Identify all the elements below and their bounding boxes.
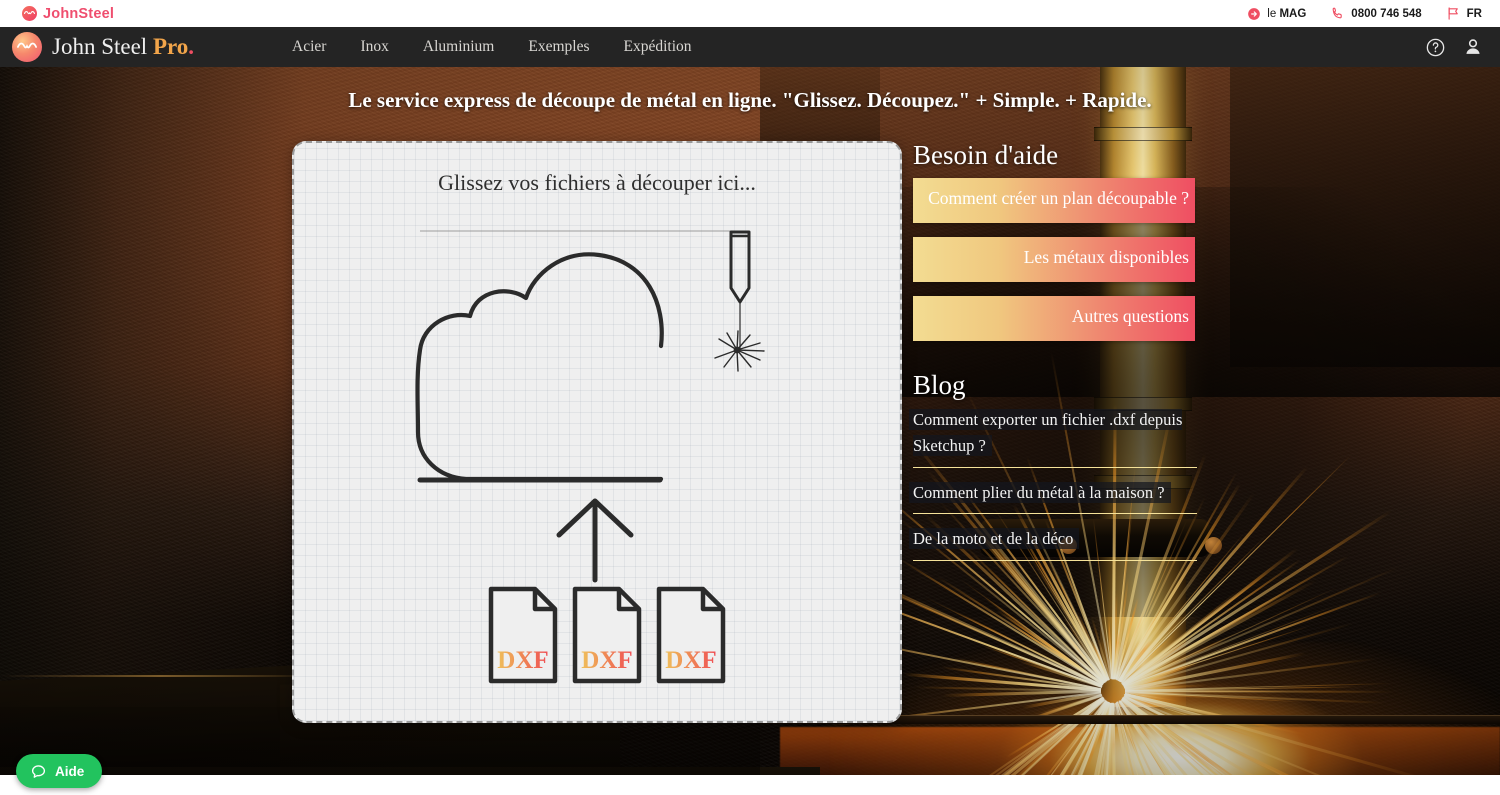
cloud-outline bbox=[415, 252, 664, 482]
mustache-glyph bbox=[17, 42, 37, 49]
brand-mini-label: JohnSteel bbox=[43, 5, 115, 22]
main-navbar: John Steel Pro. Acier Inox Aluminium Exe… bbox=[0, 27, 1500, 67]
nav-actions bbox=[1425, 36, 1484, 58]
file-icon-dxf: DXF bbox=[488, 586, 558, 684]
dropzone-illustration: DXF DXF DXF bbox=[415, 230, 765, 684]
blog-section: Blog Comment exporter un fichier .dxf de… bbox=[913, 369, 1197, 561]
svg-text:DXF: DXF bbox=[581, 647, 632, 674]
nav-item-expedition[interactable]: Expédition bbox=[624, 38, 692, 56]
question-circle-icon[interactable] bbox=[1425, 37, 1446, 58]
nav-item-aluminium[interactable]: Aluminium bbox=[423, 38, 494, 56]
help-button-plan-decoupable[interactable]: Comment créer un plan découpable ? bbox=[913, 177, 1195, 223]
brand-mini[interactable]: JohnSteel bbox=[22, 6, 114, 22]
footer-strip bbox=[0, 775, 1500, 795]
nav-item-inox[interactable]: Inox bbox=[360, 38, 388, 56]
nav-links: Acier Inox Aluminium Exemples Expédition bbox=[292, 38, 691, 56]
blog-item-divider bbox=[913, 466, 1197, 468]
page-root: JohnSteel le MAG 0800 746 548 FR John St… bbox=[0, 0, 1500, 795]
help-button-autres-questions[interactable]: Autres questions bbox=[913, 295, 1195, 341]
chat-help-button[interactable]: Aide bbox=[16, 754, 103, 788]
svg-text:DXF: DXF bbox=[665, 647, 716, 674]
page-headline: Le service express de découpe de métal e… bbox=[348, 88, 1152, 112]
file-icon-dxf: DXF bbox=[572, 586, 642, 684]
blog-item-label: Comment plier du métal à la maison ? bbox=[913, 481, 1165, 503]
mustache-glyph bbox=[24, 11, 35, 15]
nav-item-exemples[interactable]: Exemples bbox=[528, 38, 589, 56]
blog-item-label: Comment exporter un fichier .dxf depuis … bbox=[913, 409, 1183, 456]
help-section-title: Besoin d'aide bbox=[913, 140, 1059, 170]
right-sidebar: Besoin d'aide Comment créer un plan déco… bbox=[913, 140, 1197, 573]
file-dropzone[interactable]: Glissez vos fichiers à découper ici... D… bbox=[292, 141, 902, 723]
bg-torch-ring bbox=[1094, 127, 1192, 141]
site-logo[interactable]: John Steel Pro. bbox=[12, 32, 194, 62]
user-icon[interactable] bbox=[1462, 36, 1484, 58]
utility-link-phone[interactable]: 0800 746 548 bbox=[1330, 6, 1422, 21]
blog-item-export-dxf-sketchup[interactable]: Comment exporter un fichier .dxf depuis … bbox=[913, 407, 1197, 468]
blog-section-title: Blog bbox=[913, 369, 966, 400]
file-icon-dxf: DXF bbox=[656, 586, 726, 684]
utility-link-language[interactable]: FR bbox=[1446, 6, 1482, 21]
nav-item-acier[interactable]: Acier bbox=[292, 38, 326, 56]
upload-arrow-icon bbox=[556, 498, 634, 583]
blog-item-label: De la moto et de la déco bbox=[913, 528, 1074, 550]
utility-link-le-mag-label: le MAG bbox=[1267, 7, 1307, 20]
utility-link-phone-label: 0800 746 548 bbox=[1351, 7, 1422, 20]
utility-link-le-mag[interactable]: le MAG bbox=[1247, 7, 1306, 21]
bg-slat-highlight bbox=[0, 675, 320, 677]
mustache-badge-icon bbox=[22, 6, 37, 21]
utility-bar: JohnSteel le MAG 0800 746 548 FR bbox=[0, 0, 1500, 27]
blog-item-divider bbox=[913, 559, 1197, 561]
chat-bubble-icon bbox=[31, 764, 46, 778]
blog-item-moto-deco[interactable]: De la moto et de la déco bbox=[913, 526, 1197, 561]
help-button-metaux-disponibles[interactable]: Les métaux disponibles bbox=[913, 236, 1195, 282]
mustache-badge-icon bbox=[12, 32, 42, 62]
blog-item-plier-metal-maison[interactable]: Comment plier du métal à la maison ? bbox=[913, 480, 1197, 515]
flag-icon bbox=[1448, 7, 1458, 20]
chat-help-label: Aide bbox=[55, 763, 85, 779]
site-logo-label: John Steel Pro. bbox=[52, 34, 195, 59]
phone-icon bbox=[1332, 7, 1343, 19]
torch-nozzle-icon bbox=[729, 230, 751, 304]
svg-text:DXF: DXF bbox=[497, 647, 548, 674]
utility-links: le MAG 0800 746 548 FR bbox=[1247, 6, 1482, 21]
blog-item-divider bbox=[913, 513, 1197, 515]
arrow-circle-right-icon bbox=[1248, 7, 1261, 20]
utility-link-language-label: FR bbox=[1466, 7, 1482, 20]
